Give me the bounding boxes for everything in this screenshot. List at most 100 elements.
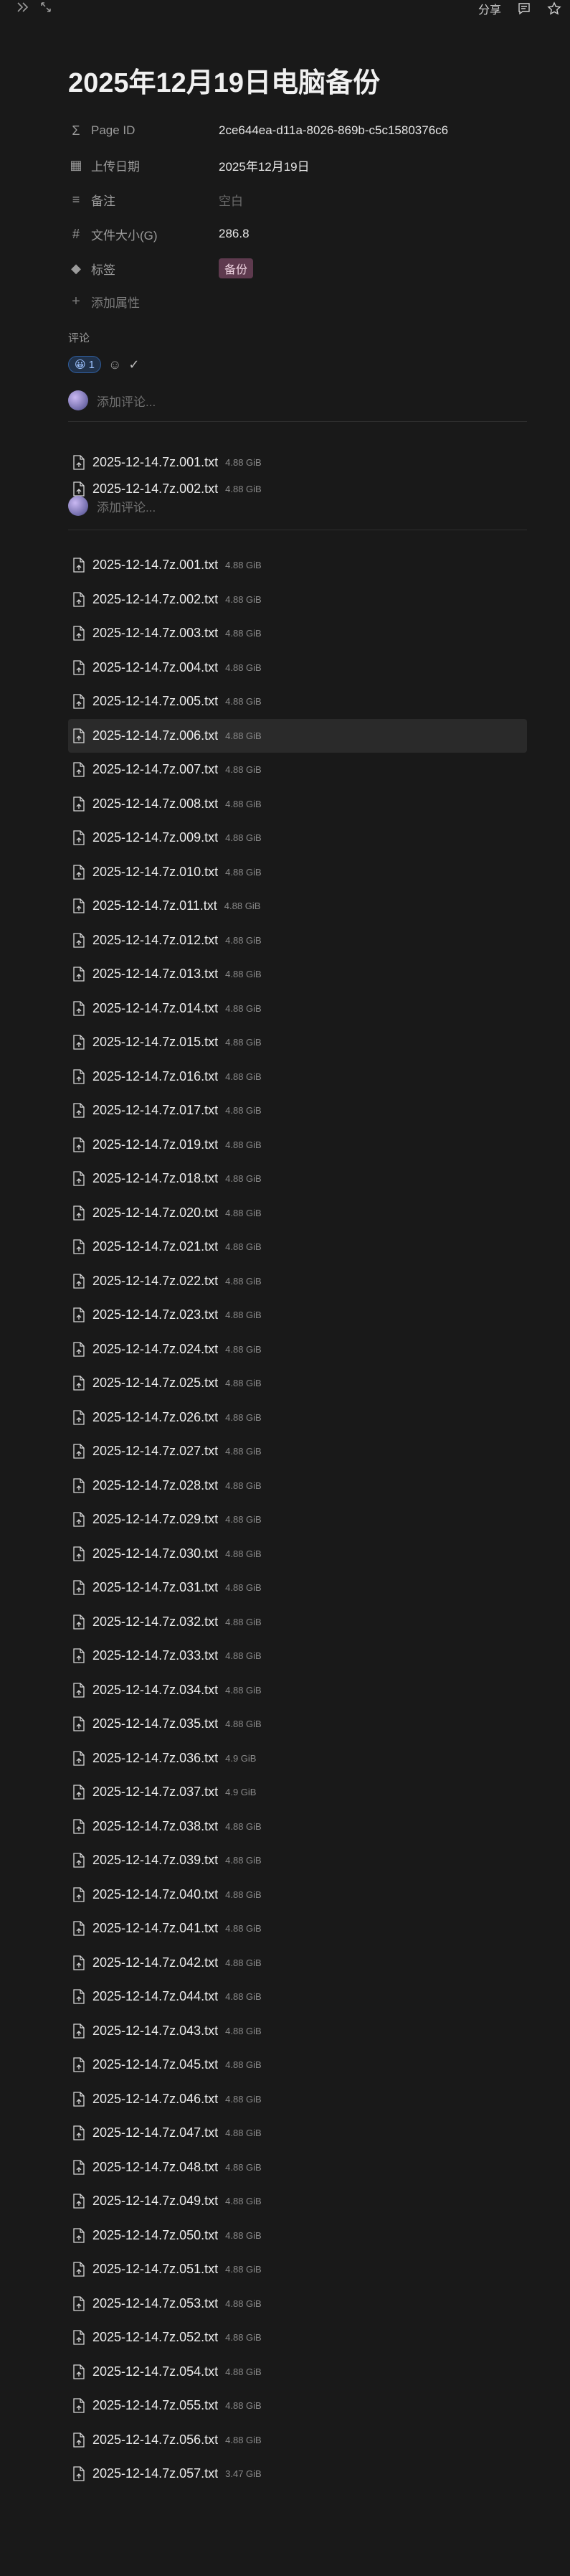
file-item[interactable]: 2025-12-14.7z.040.txt 4.88 GiB — [68, 1878, 527, 1912]
property-row[interactable]: Σ Page ID 2ce644ea-d11a-8026-869b-c5c15803… — [68, 113, 527, 148]
avatar — [68, 496, 88, 516]
file-item[interactable]: 2025-12-14.7z.046.txt 4.88 GiB — [68, 2082, 527, 2117]
file-item[interactable]: 2025-12-14.7z.002.txt 4.88 GiB — [68, 583, 527, 617]
file-item[interactable]: 2025-12-14.7z.008.txt 4.88 GiB — [68, 787, 527, 822]
file-icon — [73, 865, 85, 880]
star-icon[interactable] — [547, 1, 561, 16]
file-item[interactable]: 2025-12-14.7z.034.txt 4.88 GiB — [68, 1673, 527, 1708]
file-item[interactable]: 2025-12-14.7z.021.txt 4.88 GiB — [68, 1230, 527, 1264]
file-item[interactable]: 2025-12-14.7z.054.txt 4.88 GiB — [68, 2355, 527, 2389]
property-value[interactable]: 空白 — [219, 191, 243, 209]
file-size: 4.88 GiB — [225, 484, 262, 495]
file-item[interactable]: 2025-12-14.7z.015.txt 4.88 GiB — [68, 1025, 527, 1060]
file-item[interactable]: 2025-12-14.7z.004.txt 4.88 GiB — [68, 651, 527, 685]
file-item[interactable]: 2025-12-14.7z.039.txt 4.88 GiB — [68, 1843, 527, 1878]
page-title[interactable]: 2025年12月19日电脑备份 — [68, 60, 380, 100]
property-key[interactable]: ◆ 标签 — [68, 260, 219, 278]
reaction-chip[interactable]: 😀 1 — [68, 356, 101, 373]
file-item[interactable]: 2025-12-14.7z.014.txt 4.88 GiB — [68, 992, 527, 1026]
file-item[interactable]: 2025-12-14.7z.006.txt 4.88 GiB — [68, 718, 527, 753]
file-item[interactable]: 2025-12-14.7z.056.txt 4.88 GiB — [68, 2423, 527, 2458]
comment-icon[interactable] — [517, 1, 531, 16]
file-item[interactable]: 2025-12-14.7z.037.txt 4.9 GiB — [68, 1775, 527, 1810]
file-item[interactable]: 2025-12-14.7z.041.txt 4.88 GiB — [68, 1912, 527, 1946]
file-item[interactable]: 2025-12-14.7z.018.txt 4.88 GiB — [68, 1162, 527, 1196]
file-item[interactable]: 2025-12-14.7z.045.txt 4.88 GiB — [68, 2048, 527, 2082]
file-item[interactable]: 2025-12-14.7z.053.txt 4.88 GiB — [68, 2287, 527, 2321]
double-chevron-right-icon[interactable] — [16, 0, 30, 14]
file-item[interactable]: 2025-12-14.7z.049.txt 4.88 GiB — [68, 2184, 527, 2219]
file-item[interactable]: 2025-12-14.7z.047.txt 4.88 GiB — [68, 2116, 527, 2150]
property-value[interactable]: 备份 — [219, 258, 254, 278]
file-item[interactable]: 2025-12-14.7z.028.txt 4.88 GiB — [68, 1469, 527, 1503]
tag-badge[interactable]: 备份 — [219, 258, 254, 278]
add-reaction-icon[interactable]: ☺ — [108, 357, 121, 372]
file-item[interactable]: 2025-12-14.7z.001.txt 4.88 GiB — [68, 548, 527, 583]
file-item[interactable]: 2025-12-14.7z.048.txt 4.88 GiB — [68, 2150, 527, 2185]
property-row[interactable]: ▦ 上传日期 2025年12月19日 — [68, 148, 527, 182]
file-item[interactable]: 2025-12-14.7z.025.txt 4.88 GiB — [68, 1366, 527, 1401]
file-item[interactable]: 2025-12-14.7z.036.txt 4.9 GiB — [68, 1741, 527, 1776]
file-item[interactable]: 2025-12-14.7z.024.txt 4.88 GiB — [68, 1332, 527, 1367]
file-item[interactable]: 2025-12-14.7z.052.txt 4.88 GiB — [68, 2321, 527, 2355]
file-item[interactable]: 2025-12-14.7z.035.txt 4.88 GiB — [68, 1707, 527, 1741]
file-item[interactable]: 2025-12-14.7z.020.txt 4.88 GiB — [68, 1196, 527, 1231]
property-key[interactable]: ≡ 备注 — [68, 191, 219, 209]
comment-input[interactable]: 添加评论... — [97, 497, 156, 515]
file-item[interactable]: 2025-12-14.7z.033.txt 4.88 GiB — [68, 1639, 527, 1673]
comment-input[interactable]: 添加评论... — [97, 392, 156, 410]
file-name: 2025-12-14.7z.016.txt — [92, 1068, 219, 1083]
add-property-button[interactable]: + 添加属性 — [68, 286, 527, 317]
file-size: 4.88 GiB — [225, 1514, 262, 1526]
file-item[interactable]: 2025-12-14.7z.001.txt 4.88 GiB — [68, 445, 527, 479]
file-item[interactable]: 2025-12-14.7z.003.txt 4.88 GiB — [68, 616, 527, 651]
file-item[interactable]: 2025-12-14.7z.043.txt 4.88 GiB — [68, 2014, 527, 2049]
file-item[interactable]: 2025-12-14.7z.013.txt 4.88 GiB — [68, 957, 527, 992]
file-size: 4.88 GiB — [225, 2434, 262, 2445]
property-key[interactable]: ▦ 上传日期 — [68, 156, 219, 174]
file-item[interactable]: 2025-12-14.7z.016.txt 4.88 GiB — [68, 1060, 527, 1094]
file-item[interactable]: 2025-12-14.7z.017.txt 4.88 GiB — [68, 1094, 527, 1128]
comment-input-row[interactable]: 添加评论... — [68, 495, 527, 517]
comment-input-row[interactable]: 添加评论... — [68, 390, 527, 411]
file-item[interactable]: 2025-12-14.7z.029.txt 4.88 GiB — [68, 1503, 527, 1537]
property-value[interactable]: 286.8 — [219, 227, 250, 241]
file-item[interactable]: 2025-12-14.7z.010.txt 4.88 GiB — [68, 855, 527, 890]
file-item[interactable]: 2025-12-14.7z.057.txt 3.47 GiB — [68, 2457, 527, 2491]
file-item[interactable]: 2025-12-14.7z.011.txt 4.88 GiB — [68, 889, 527, 923]
file-item[interactable]: 2025-12-14.7z.009.txt 4.88 GiB — [68, 821, 527, 855]
file-name: 2025-12-14.7z.007.txt — [92, 762, 219, 777]
property-row[interactable]: ◆ 标签 备份 — [68, 251, 527, 286]
file-item[interactable]: 2025-12-14.7z.012.txt 4.88 GiB — [68, 923, 527, 958]
file-item[interactable]: 2025-12-14.7z.055.txt 4.88 GiB — [68, 2389, 527, 2423]
property-value[interactable]: 2025年12月19日 — [219, 156, 310, 174]
file-item[interactable]: 2025-12-14.7z.031.txt 4.88 GiB — [68, 1571, 527, 1605]
property-key[interactable]: Σ Page ID — [68, 123, 219, 138]
reaction-count: 1 — [88, 358, 95, 371]
file-item[interactable]: 2025-12-14.7z.005.txt 4.88 GiB — [68, 685, 527, 719]
file-item[interactable]: 2025-12-14.7z.026.txt 4.88 GiB — [68, 1401, 527, 1435]
property-row[interactable]: # 文件大小(G) 286.8 — [68, 217, 527, 251]
file-item[interactable]: 2025-12-14.7z.022.txt 4.88 GiB — [68, 1264, 527, 1299]
file-item[interactable]: 2025-12-14.7z.050.txt 4.88 GiB — [68, 2219, 527, 2253]
file-item[interactable]: 2025-12-14.7z.023.txt 4.88 GiB — [68, 1298, 527, 1332]
share-button[interactable]: 分享 — [478, 0, 501, 17]
file-item[interactable]: 2025-12-14.7z.042.txt 4.88 GiB — [68, 1946, 527, 1980]
property-value[interactable]: 2ce644ea-d11a-8026-869b-c5c1580376c6 — [219, 123, 448, 138]
file-name: 2025-12-14.7z.014.txt — [92, 1000, 219, 1015]
file-item[interactable]: 2025-12-14.7z.019.txt 4.88 GiB — [68, 1128, 527, 1162]
file-item[interactable]: 2025-12-14.7z.051.txt 4.88 GiB — [68, 2252, 527, 2287]
file-item[interactable]: 2025-12-14.7z.030.txt 4.88 GiB — [68, 1537, 527, 1571]
property-row[interactable]: ≡ 备注 空白 — [68, 182, 527, 217]
file-size: 4.88 GiB — [225, 1548, 262, 1559]
tag-icon: ◆ — [71, 260, 81, 276]
file-item[interactable]: 2025-12-14.7z.027.txt 4.88 GiB — [68, 1434, 527, 1469]
checkmark-icon[interactable]: ✓ — [128, 357, 139, 372]
file-item[interactable]: 2025-12-14.7z.007.txt 4.88 GiB — [68, 753, 527, 787]
file-item[interactable]: 2025-12-14.7z.044.txt 4.88 GiB — [68, 1980, 527, 2014]
file-item[interactable]: 2025-12-14.7z.038.txt 4.88 GiB — [68, 1810, 527, 1844]
file-item[interactable]: 2025-12-14.7z.032.txt 4.88 GiB — [68, 1605, 527, 1640]
property-key[interactable]: # 文件大小(G) — [68, 225, 219, 243]
expand-arrows-icon[interactable] — [39, 0, 53, 14]
file-size: 4.88 GiB — [225, 2196, 262, 2207]
